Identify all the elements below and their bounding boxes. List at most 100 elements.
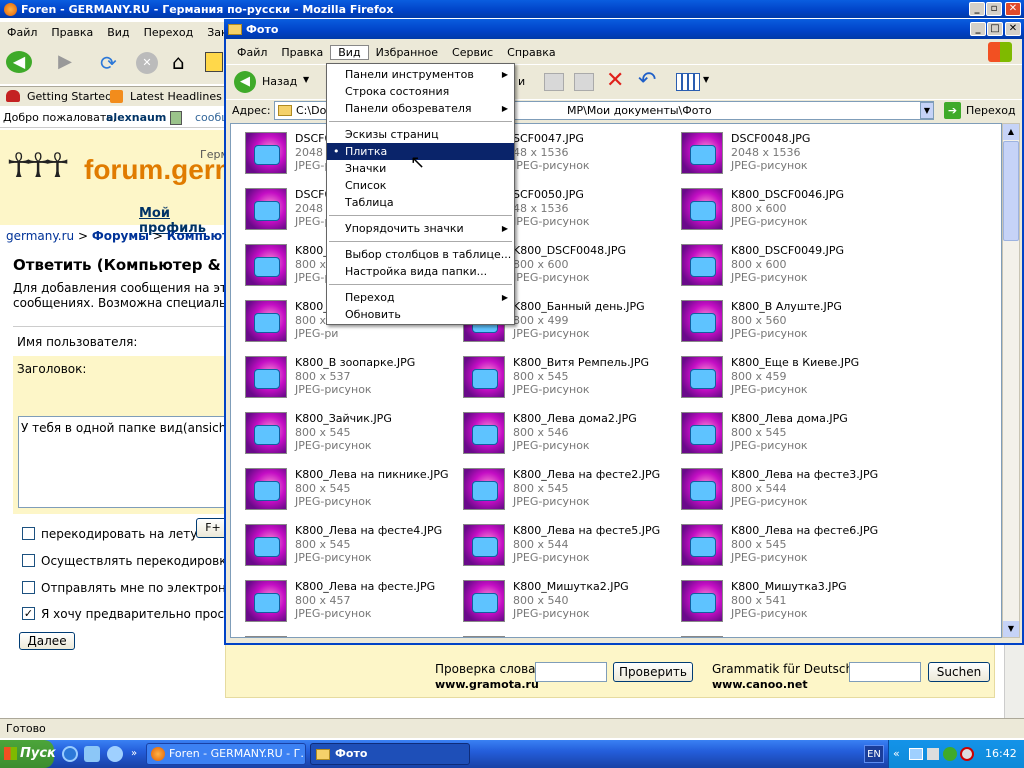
explorer-menu-help[interactable]: Справка bbox=[500, 46, 562, 59]
checkbox-email-notify[interactable] bbox=[22, 581, 35, 594]
stop-icon[interactable]: ✕ bbox=[136, 52, 158, 74]
file-tile-partial[interactable] bbox=[237, 630, 447, 637]
bookmark-page-icon[interactable] bbox=[205, 52, 223, 72]
file-tile[interactable]: K800_Лева дома.JPG 800 x 545 JPEG-рисунок bbox=[673, 406, 883, 460]
antivirus-icon[interactable] bbox=[960, 747, 974, 761]
spell-site-link[interactable]: www.gramota.ru bbox=[435, 678, 539, 691]
reload-icon[interactable]: ⟳ bbox=[100, 51, 124, 75]
explorer-maximize-button[interactable]: □ bbox=[987, 22, 1003, 36]
file-tile-partial[interactable] bbox=[673, 630, 883, 637]
back-arrow-icon[interactable]: ◀ bbox=[6, 51, 32, 73]
file-tile[interactable]: K800_Лева на фесте4.JPG 800 x 545 JPEG-рис… bbox=[237, 518, 447, 572]
view-menu-item[interactable]: Таблица bbox=[327, 194, 514, 211]
tray-expand-icon[interactable]: « bbox=[893, 747, 900, 760]
explorer-menu-favorites[interactable]: Избранное bbox=[369, 46, 445, 59]
explorer-back-icon[interactable]: ◀ bbox=[234, 71, 256, 93]
go-button[interactable]: Переход bbox=[966, 104, 1016, 117]
breadcrumb-forums[interactable]: Форумы bbox=[92, 229, 149, 243]
home-icon[interactable]: ⌂ bbox=[172, 50, 185, 74]
username-link[interactable]: alexnaum bbox=[106, 111, 166, 124]
explorer-back-label[interactable]: Назад bbox=[262, 75, 297, 88]
grammar-site-link[interactable]: www.canoo.net bbox=[712, 678, 808, 691]
ie-quicklaunch-icon[interactable] bbox=[62, 746, 78, 762]
firefox-minimize-button[interactable]: _ bbox=[969, 2, 985, 16]
back-dropdown-icon[interactable]: ▼ bbox=[303, 75, 309, 84]
go-arrow-icon[interactable]: ➔ bbox=[944, 102, 961, 119]
desktop-quicklaunch-icon[interactable] bbox=[107, 746, 123, 762]
firefox-restore-button[interactable]: ▫ bbox=[986, 2, 1002, 16]
file-tile[interactable]: K800_Лева на пикнике.JPG 800 x 545 JPEG-ри… bbox=[237, 462, 449, 516]
scroll-thumb[interactable] bbox=[1003, 141, 1019, 241]
view-menu-item[interactable]: Обновить bbox=[327, 306, 514, 323]
checkbox-transcode-live[interactable] bbox=[22, 527, 35, 540]
file-tile[interactable]: K800_Мишутка3.JPG 800 x 541 JPEG-рисунок bbox=[673, 574, 883, 628]
firefox-close-button[interactable]: ✕ bbox=[1005, 2, 1021, 16]
explorer-titlebar[interactable]: Фото bbox=[224, 19, 1024, 39]
delete-icon[interactable]: ✕ bbox=[606, 68, 624, 93]
views-icon[interactable] bbox=[676, 73, 700, 91]
view-menu-item[interactable]: Переход ▶ bbox=[327, 289, 514, 306]
security-icon[interactable] bbox=[943, 747, 957, 761]
scroll-up-icon[interactable]: ▲ bbox=[1003, 124, 1019, 140]
bookmark-getting-started[interactable]: Getting Started bbox=[27, 90, 112, 103]
undo-icon[interactable]: ↶ bbox=[638, 68, 656, 93]
file-tile[interactable]: K800_В зоопарке.JPG 800 x 537 JPEG-рисунок bbox=[237, 350, 447, 404]
file-tile[interactable]: K800_Лева на фесте6.JPG 800 x 545 JPEG-рис… bbox=[673, 518, 883, 572]
file-tile[interactable]: K800_Еще в Киеве.JPG 800 x 459 JPEG-рисуно… bbox=[673, 350, 883, 404]
file-tile[interactable]: K800_Лева на фесте3.JPG 800 x 544 JPEG-рис… bbox=[673, 462, 883, 516]
views-dropdown-icon[interactable]: ▼ bbox=[703, 75, 709, 84]
file-tile[interactable]: K800_Лева на фесте2.JPG 800 x 545 JPEG-рис… bbox=[455, 462, 665, 516]
file-tile[interactable]: K800_Зайчик.JPG 800 x 545 JPEG-рисунок bbox=[237, 406, 447, 460]
file-tile[interactable]: K800_Витя Ремпель.JPG 800 x 545 JPEG-рисун… bbox=[455, 350, 665, 404]
message-textarea[interactable]: У тебя в одной папке вид(ansicht) у bbox=[18, 416, 230, 508]
view-menu-item[interactable]: Панели инструментов ▶ bbox=[327, 66, 514, 83]
spell-input[interactable] bbox=[535, 662, 607, 682]
forward-arrow-icon[interactable]: ▶ bbox=[52, 51, 78, 73]
language-indicator[interactable]: EN bbox=[864, 745, 884, 763]
explorer-close-button[interactable]: ✕ bbox=[1005, 22, 1021, 36]
copy-to-icon[interactable] bbox=[574, 73, 594, 91]
message-icon[interactable] bbox=[170, 111, 182, 125]
scroll-down-icon[interactable]: ▼ bbox=[1003, 621, 1019, 637]
explorer-menu-file[interactable]: Файл bbox=[230, 46, 274, 59]
spell-check-button[interactable]: Проверить bbox=[613, 662, 693, 682]
file-tile-partial[interactable] bbox=[455, 630, 665, 637]
view-menu-item[interactable]: Панели обозревателя ▶ bbox=[327, 100, 514, 117]
checkbox-preview[interactable]: ✓ bbox=[22, 607, 35, 620]
explorer-menu-tools[interactable]: Сервис bbox=[445, 46, 500, 59]
grammar-input[interactable] bbox=[849, 662, 921, 682]
file-tile[interactable]: K800_DSCF0049.JPG 800 x 600 JPEG-рисунок bbox=[673, 238, 883, 292]
firefox-menu-edit[interactable]: Правка bbox=[44, 26, 100, 39]
explorer-scrollbar[interactable]: ▲ ▼ bbox=[1002, 123, 1020, 638]
volume-icon[interactable] bbox=[927, 748, 939, 760]
explorer-menu-edit[interactable]: Правка bbox=[274, 46, 330, 59]
file-tile[interactable]: K800_В Алуште.JPG 800 x 560 JPEG-рисунок bbox=[673, 294, 883, 348]
file-tile[interactable]: K800_DSCF0046.JPG 800 x 600 JPEG-рисунок bbox=[673, 182, 883, 236]
move-to-icon[interactable] bbox=[544, 73, 564, 91]
view-menu-item[interactable]: Строка состояния bbox=[327, 83, 514, 100]
explorer-menu-view[interactable]: Вид bbox=[330, 44, 369, 60]
bookmark-latest-headlines[interactable]: Latest Headlines bbox=[130, 90, 222, 103]
file-tile[interactable]: K800_Лева на фесте.JPG 800 x 457 JPEG-рису… bbox=[237, 574, 447, 628]
file-tile[interactable]: K800_Лева на фесте5.JPG 800 x 544 JPEG-рис… bbox=[455, 518, 665, 572]
firefox-menu-file[interactable]: Файл bbox=[0, 26, 44, 39]
file-tile[interactable]: K800_Мишутка2.JPG 800 x 540 JPEG-рисунок bbox=[455, 574, 665, 628]
explorer-minimize-button[interactable]: _ bbox=[970, 22, 986, 36]
start-button[interactable]: Пуск bbox=[0, 740, 56, 768]
view-menu-item[interactable]: Эскизы страниц bbox=[327, 126, 514, 143]
next-button[interactable]: Далее bbox=[19, 632, 75, 650]
grammar-search-button[interactable]: Suchen bbox=[928, 662, 990, 682]
taskbar-firefox[interactable]: Foren - GERMANY.RU - Г... bbox=[146, 743, 306, 765]
network-icon[interactable] bbox=[909, 748, 923, 760]
view-menu-item[interactable]: Упорядочить значки ▶ bbox=[327, 220, 514, 237]
view-menu-item[interactable]: Выбор столбцов в таблице... bbox=[327, 246, 514, 263]
firefox-menu-view[interactable]: Вид bbox=[100, 26, 136, 39]
quicklaunch-more-icon[interactable]: » bbox=[131, 748, 137, 759]
checkbox-transcode[interactable] bbox=[22, 554, 35, 567]
view-menu-item[interactable]: Настройка вида папки... bbox=[327, 263, 514, 280]
firefox-titlebar[interactable]: Foren - GERMANY.RU - Германия по-русски … bbox=[0, 0, 1024, 18]
firefox-menu-go[interactable]: Переход bbox=[137, 26, 201, 39]
file-tile[interactable]: K800_Лева дома2.JPG 800 x 546 JPEG-рисунок bbox=[455, 406, 665, 460]
address-dropdown-icon[interactable]: ▼ bbox=[920, 102, 934, 119]
taskbar-explorer[interactable]: Фото bbox=[310, 743, 470, 765]
